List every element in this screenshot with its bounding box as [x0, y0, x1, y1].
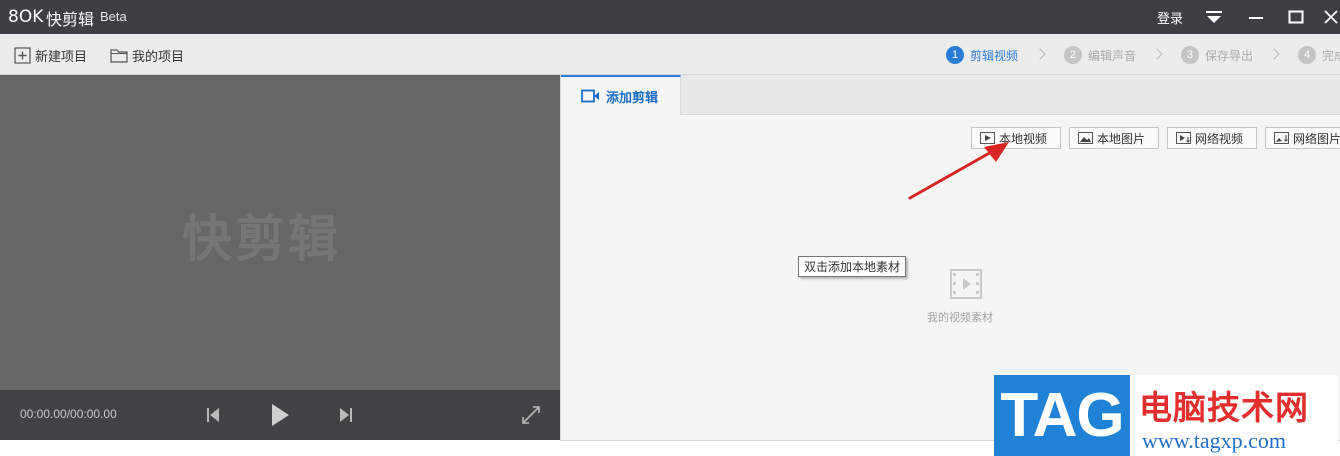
tab-label: 添加剪辑 — [606, 90, 659, 106]
chevron-right-icon — [1151, 48, 1163, 60]
title-bar: 8OK 快剪辑 Beta 登录 — [0, 0, 1340, 34]
watermark-tag-text: TAG — [1000, 381, 1124, 450]
tooltip: 双击添加本地素材 — [798, 256, 907, 277]
tab-add-clip[interactable]: 添加剪辑 — [561, 75, 681, 115]
watermark-site: 电脑技术网 www.tagxp.com — [1130, 375, 1338, 456]
skip-previous-icon — [207, 408, 219, 422]
close-button[interactable] — [1316, 0, 1340, 34]
preview-area: 快剪辑 — [0, 75, 560, 390]
maximize-icon — [1288, 10, 1304, 24]
tab-bar: 添加剪辑 — [561, 75, 1340, 115]
folder-icon — [110, 48, 128, 63]
step-label: 完成 — [1322, 48, 1340, 63]
step-edit-video[interactable]: 1 剪辑视频 — [946, 45, 1018, 65]
local-image-button[interactable]: 本地图片 — [1069, 127, 1159, 149]
previous-button[interactable] — [204, 405, 222, 425]
step-edit-audio[interactable]: 2 编辑声音 — [1064, 45, 1136, 65]
empty-state-label: 我的视频素材 — [927, 311, 993, 324]
logo-mark: 8OK — [8, 7, 44, 27]
play-icon — [272, 404, 289, 426]
network-image-label: 网络图片 — [1293, 131, 1340, 146]
image-icon — [1078, 132, 1093, 144]
menu-dropdown-button[interactable] — [1199, 0, 1229, 34]
dropdown-menu-icon — [1206, 11, 1222, 23]
login-link[interactable]: 登录 — [1157, 8, 1183, 27]
app-name: 快剪辑 — [46, 10, 95, 29]
fullscreen-icon — [522, 406, 540, 424]
close-icon — [1324, 10, 1338, 24]
chevron-right-icon — [1268, 48, 1280, 60]
step-number: 1 — [946, 46, 964, 64]
local-image-label: 本地图片 — [1097, 131, 1146, 146]
video-camera-icon — [581, 89, 599, 103]
step-number: 4 — [1298, 46, 1316, 64]
new-project-label: 新建项目 — [35, 49, 88, 65]
step-label: 编辑声音 — [1088, 48, 1137, 63]
preview-bottom-gap — [0, 440, 560, 456]
film-icon — [950, 269, 982, 299]
my-projects-button[interactable]: 我的项目 — [110, 45, 184, 65]
toolbar: 新建项目 我的项目 1 剪辑视频 2 编辑声音 3 保存导出 4 完成 — [0, 34, 1340, 75]
network-video-button[interactable]: 网络视频 — [1167, 127, 1257, 149]
next-button[interactable] — [337, 405, 355, 425]
step-save-export[interactable]: 3 保存导出 — [1181, 45, 1253, 65]
maximize-button[interactable] — [1281, 0, 1311, 34]
step-finish[interactable]: 4 完成 — [1298, 45, 1340, 65]
new-project-button[interactable]: 新建项目 — [14, 45, 87, 65]
step-number: 3 — [1181, 46, 1199, 64]
network-image-icon — [1274, 132, 1289, 144]
play-button[interactable] — [268, 402, 292, 428]
watermark-tag-logo: TAG — [994, 375, 1130, 456]
fullscreen-button[interactable] — [520, 404, 542, 426]
step-label: 剪辑视频 — [970, 48, 1019, 63]
app-logo: 8OK — [8, 7, 43, 27]
step-label: 保存导出 — [1205, 48, 1254, 63]
app-edition: Beta — [100, 9, 127, 24]
add-square-icon — [14, 46, 31, 64]
watermark-site-url: www.tagxp.com — [1142, 428, 1286, 453]
step-number: 2 — [1064, 46, 1082, 64]
watermark-site-name: 电脑技术网 — [1139, 388, 1309, 427]
annotation-arrow-icon — [908, 142, 1009, 200]
time-display: 00:00.00/00:00.00 — [20, 407, 117, 421]
preview-watermark: 快剪辑 — [182, 210, 341, 268]
skip-next-icon — [340, 408, 352, 422]
playback-controls: 00:00.00/00:00.00 — [0, 390, 560, 440]
minimize-icon — [1249, 17, 1263, 19]
minimize-button[interactable] — [1241, 0, 1271, 34]
my-projects-label: 我的项目 — [132, 49, 185, 65]
network-video-icon — [1176, 132, 1191, 144]
network-image-button[interactable]: 网络图片 — [1265, 127, 1340, 149]
chevron-right-icon — [1034, 48, 1046, 60]
network-video-label: 网络视频 — [1195, 131, 1244, 146]
